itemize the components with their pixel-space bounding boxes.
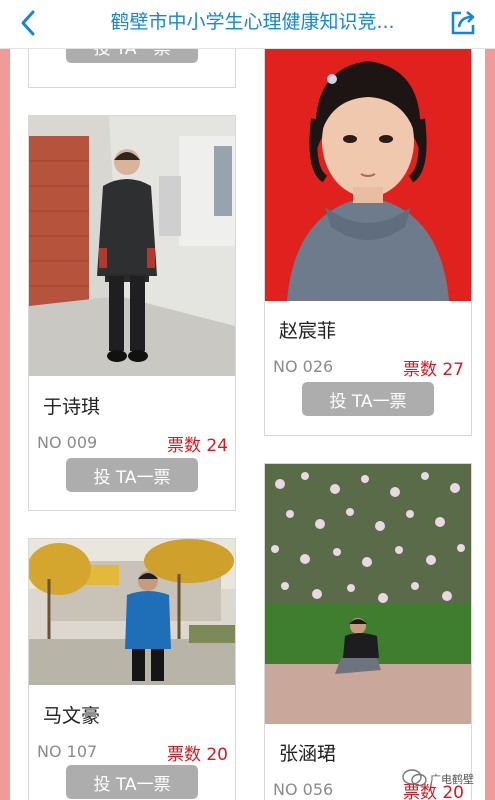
- candidate-photo: [265, 464, 471, 724]
- candidate-card: 赵宸菲 NO 026 票数 27 投 TA一票: [264, 48, 472, 436]
- candidate-name: 于诗琪: [43, 396, 101, 418]
- candidate-card: 马文豪 NO 107 票数 20 投 TA一票: [28, 538, 236, 800]
- candidate-name: 马文豪: [43, 705, 101, 727]
- candidate-card: 张涵珺 NO 056 票数 20: [264, 463, 472, 800]
- vote-count: 票数 27: [402, 360, 464, 380]
- vote-button[interactable]: 投 TA一票: [302, 382, 434, 416]
- top-bar: 鹤壁市中小学生心理健康知识竞...: [0, 0, 495, 49]
- candidate-number: NO 056: [273, 780, 334, 799]
- chevron-left-icon[interactable]: [14, 8, 44, 38]
- vote-button[interactable]: 投 TA一票: [66, 458, 198, 492]
- candidate-photo: [29, 539, 235, 685]
- wechat-logo-icon: [402, 769, 427, 787]
- vote-count: 票数 20: [166, 745, 228, 765]
- page-title: 鹤壁市中小学生心理健康知识竞...: [110, 11, 395, 33]
- candidate-name: 赵宸菲: [279, 320, 337, 342]
- candidate-card: 投 TA一票: [28, 48, 236, 88]
- candidate-photo: [29, 116, 235, 376]
- watermark-text: 广电鹤壁: [430, 773, 474, 786]
- candidate-number: NO 026: [273, 357, 334, 376]
- watermark: 广电鹤壁: [400, 766, 492, 790]
- candidate-photo: [265, 48, 471, 301]
- candidate-name: 张涵珺: [279, 743, 337, 765]
- vote-count: 票数 24: [166, 436, 228, 456]
- candidate-grid: 投 TA一票 于诗琪 NO 009 票数 24 投 TA一票 马文豪 NO 10…: [10, 48, 485, 800]
- candidate-number: NO 009: [37, 433, 98, 452]
- vote-button[interactable]: 投 TA一票: [66, 765, 198, 799]
- vote-button[interactable]: 投 TA一票: [66, 48, 198, 63]
- share-icon[interactable]: [447, 7, 479, 39]
- candidate-number: NO 107: [37, 742, 98, 761]
- candidate-card: 于诗琪 NO 009 票数 24 投 TA一票: [28, 115, 236, 511]
